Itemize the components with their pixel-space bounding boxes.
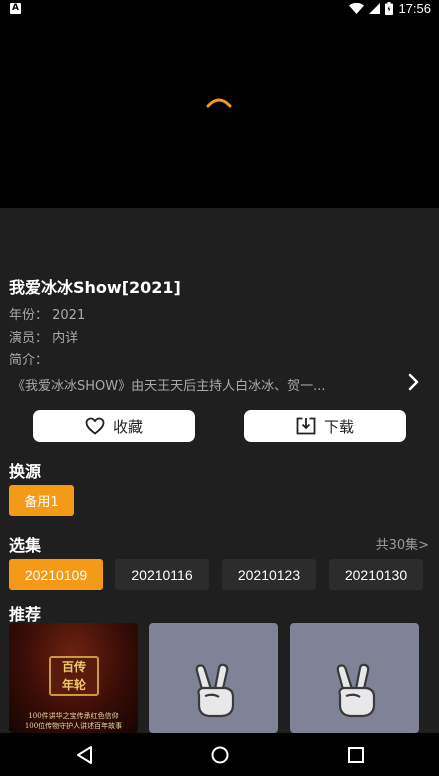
status-icons: 17:56 [349, 0, 431, 16]
notification-app-icon: A [10, 3, 21, 14]
recommend-card[interactable] [290, 623, 419, 733]
episode-chip[interactable]: 20210130 [329, 559, 423, 590]
favorite-button[interactable]: 收藏 [33, 410, 195, 442]
episode-chip[interactable]: 20210109 [9, 559, 103, 590]
download-button[interactable]: 下载 [244, 410, 406, 442]
heart-icon [85, 417, 105, 435]
year-line: 年份： 2021 [9, 308, 86, 323]
show-description[interactable]: 《我爱冰冰SHOW》由天王天后主持人白冰冰、贺一... [12, 375, 326, 394]
recommend-section-title: 推荐 [9, 605, 42, 624]
poster-caption: 100件讲华之宝传承红色信仰 [28, 712, 119, 720]
source-chip[interactable]: 备用1 [9, 485, 74, 516]
wifi-icon [349, 2, 365, 14]
episode-chip[interactable]: 20210116 [115, 559, 209, 590]
victory-hand-icon [195, 663, 235, 718]
source-section-title: 换源 [9, 462, 42, 481]
back-icon[interactable] [73, 743, 97, 767]
show-title: 我爱冰冰Show[2021] [9, 278, 181, 297]
all-episodes-link[interactable]: 共30集> [376, 534, 429, 553]
recents-icon[interactable] [344, 743, 368, 767]
navigation-bar [0, 733, 439, 776]
download-icon [296, 417, 316, 435]
status-bar: A 17:56 [0, 0, 439, 16]
home-icon[interactable] [208, 743, 232, 767]
chevron-right-icon[interactable] [406, 373, 420, 391]
recommend-card[interactable]: 百传 年轮 100件讲华之宝传承红色信仰 100位传物守护人讲述百年故事 [9, 623, 138, 733]
poster-logo: 百传 年轮 [49, 656, 99, 696]
intro-label: 简介： [9, 353, 49, 368]
victory-hand-icon [336, 663, 376, 718]
clock: 17:56 [398, 0, 431, 16]
favorite-label: 收藏 [112, 417, 143, 436]
recommend-card[interactable] [149, 623, 278, 733]
episodes-section-title: 选集 [9, 536, 42, 555]
battery-icon [385, 1, 394, 15]
poster-caption: 100位传物守护人讲述百年故事 [24, 722, 123, 730]
download-label: 下载 [323, 417, 354, 436]
episode-chip[interactable]: 20210123 [222, 559, 316, 590]
signal-icon [369, 2, 381, 14]
loading-spinner-icon [206, 98, 232, 108]
video-player[interactable] [0, 16, 439, 208]
cast-line: 演员： 内详 [9, 331, 79, 346]
